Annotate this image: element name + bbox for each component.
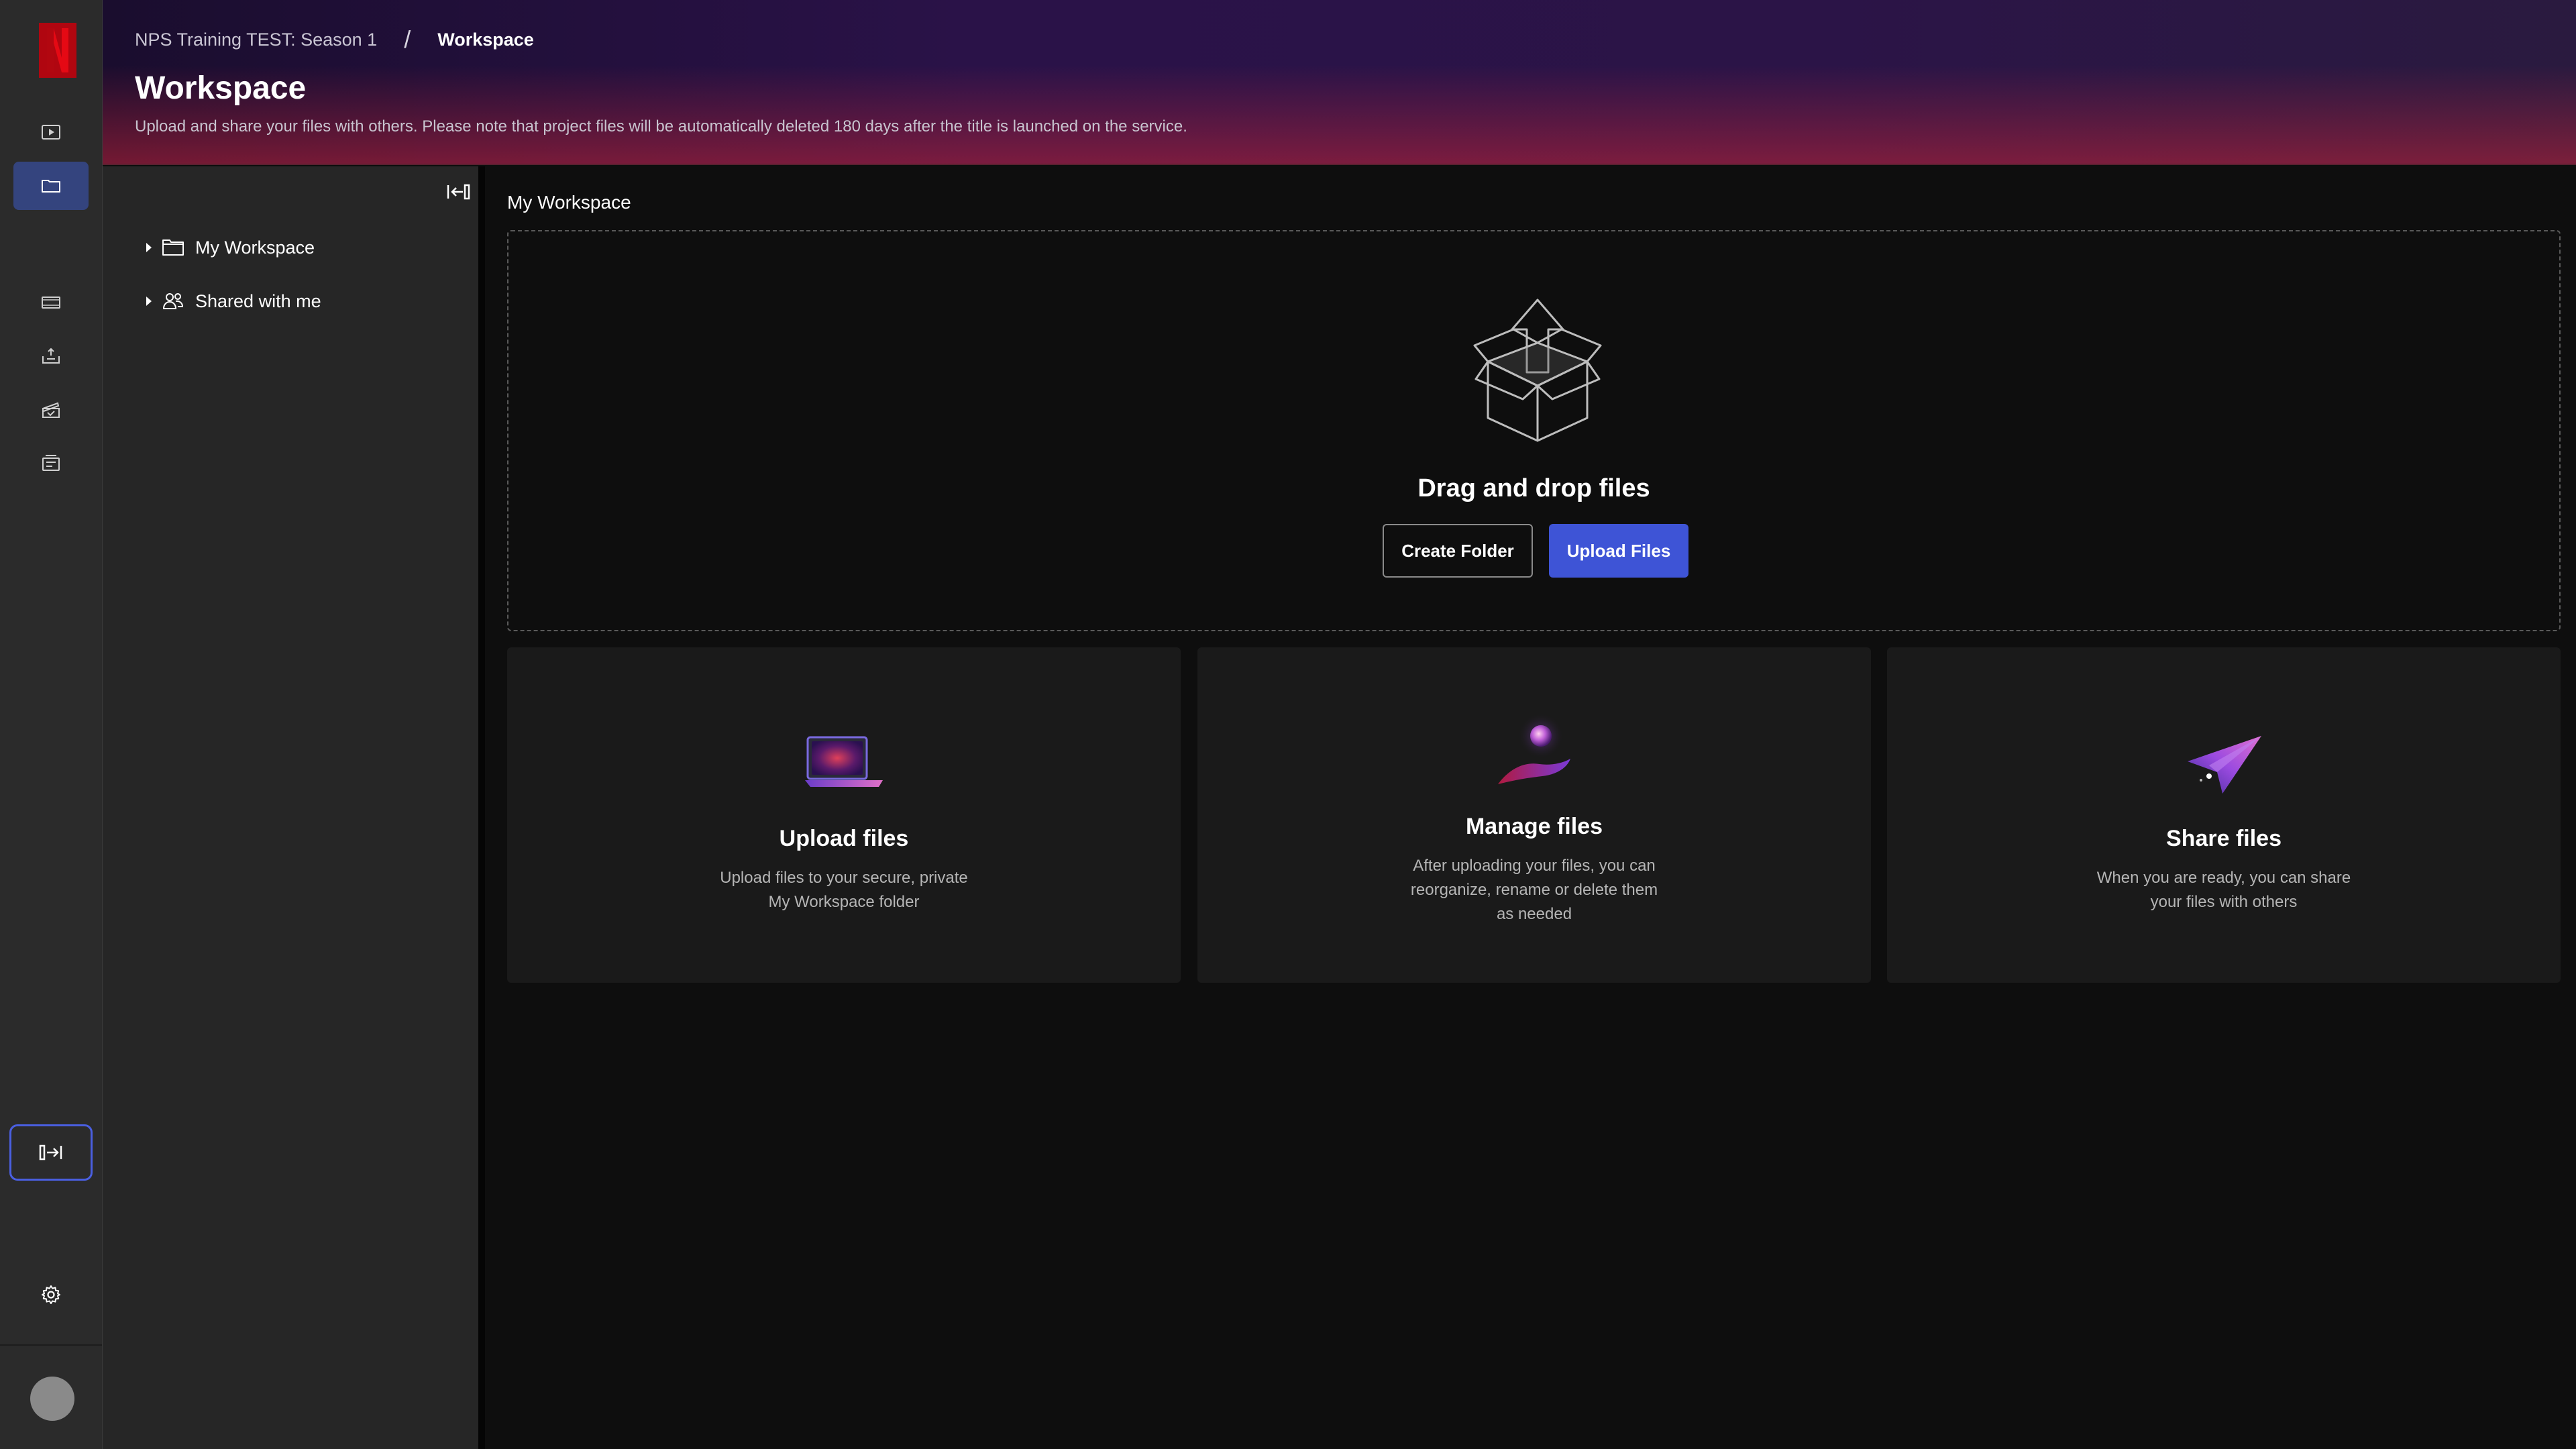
tree-item-label: Shared with me (195, 290, 321, 311)
card-description-line: When you are ready, you can share (2096, 869, 2351, 887)
hand-holding-orb-icon (1498, 713, 1570, 784)
rail-item-workspace[interactable] (13, 162, 89, 210)
laptop-illustration-icon (805, 736, 883, 787)
rail-item-media[interactable] (13, 278, 89, 327)
breadcrumb-parent-link[interactable]: NPS Training TEST: Season 1 (135, 30, 377, 50)
expand-sidebar-icon (39, 1144, 62, 1161)
tree-item-label: My Workspace (195, 237, 315, 258)
breadcrumb-current: Workspace (437, 29, 534, 50)
info-card-upload: Upload files Upload files to your secure… (507, 647, 1181, 983)
checklist-icon (42, 455, 60, 471)
file-dropzone[interactable]: Drag and drop files Create Folder Upload… (507, 230, 2561, 631)
collapse-panel-icon (447, 184, 470, 200)
card-title: Share files (2166, 826, 2282, 851)
clapper-icon (42, 402, 60, 418)
dropzone-title: Drag and drop files (1417, 474, 1650, 502)
collapse-panel-button[interactable] (445, 180, 472, 204)
upload-files-button[interactable]: Upload Files (1549, 524, 1688, 578)
folder-tree-panel: My Workspace Shared with me (103, 166, 478, 1449)
card-description-line: your files with others (2150, 893, 2298, 911)
caret-right-icon[interactable] (144, 294, 154, 308)
breadcrumb: NPS Training TEST: Season 1 / Workspace (135, 25, 534, 54)
card-description-line: as needed (1496, 905, 1572, 923)
card-description: After uploading your files, you can reor… (1393, 854, 1675, 926)
card-description-line: My Workspace folder (768, 893, 920, 911)
card-description-line: Upload files to your secure, private (720, 869, 968, 887)
left-rail (0, 0, 103, 1449)
create-folder-button[interactable]: Create Folder (1383, 524, 1533, 578)
card-description-line: After uploading your files, you can (1413, 857, 1656, 875)
rail-item-tasks[interactable] (13, 439, 89, 488)
card-description: Upload files to your secure, private My … (703, 866, 985, 914)
tree-item-my-workspace[interactable]: My Workspace (144, 231, 315, 264)
folder-icon (42, 180, 60, 193)
card-description: When you are ready, you can share your f… (2083, 866, 2365, 914)
card-title: Manage files (1465, 814, 1603, 839)
settings-button[interactable] (13, 1271, 89, 1319)
page-header: NPS Training TEST: Season 1 / Workspace … (103, 0, 2576, 165)
paper-plane-icon (2188, 736, 2261, 794)
upload-tray-icon (42, 347, 60, 364)
section-title: My Workspace (507, 192, 631, 213)
open-box-upload-icon (1473, 299, 1602, 442)
breadcrumb-separator: / (404, 25, 411, 53)
netflix-logo-icon[interactable] (39, 23, 76, 78)
gear-icon (42, 1285, 60, 1304)
card-title: Upload files (779, 826, 909, 851)
rail-divider (0, 1344, 102, 1346)
info-card-manage: Manage files After uploading your files,… (1197, 647, 1871, 983)
rail-item-deliveries[interactable] (13, 332, 89, 380)
panel-divider[interactable] (478, 166, 485, 1449)
play-icon (42, 125, 60, 140)
rail-item-titles[interactable] (13, 108, 89, 156)
folder-icon (162, 239, 184, 256)
expand-sidebar-button[interactable] (9, 1124, 93, 1181)
rail-item-assets[interactable] (13, 386, 89, 434)
card-description-line: reorganize, rename or delete them (1410, 881, 1658, 899)
caret-right-icon[interactable] (144, 241, 154, 254)
tree-item-shared-with-me[interactable]: Shared with me (144, 284, 321, 318)
page-title: Workspace (135, 70, 307, 106)
avatar[interactable] (30, 1377, 74, 1421)
info-card-share: Share files When you are ready, you can … (1887, 647, 2561, 983)
film-strip-icon (42, 297, 60, 309)
page-subtitle: Upload and share your files with others.… (135, 117, 1187, 136)
main-content: My Workspace Drag and drop files Create … (485, 166, 2576, 1449)
shared-users-icon (162, 293, 184, 309)
